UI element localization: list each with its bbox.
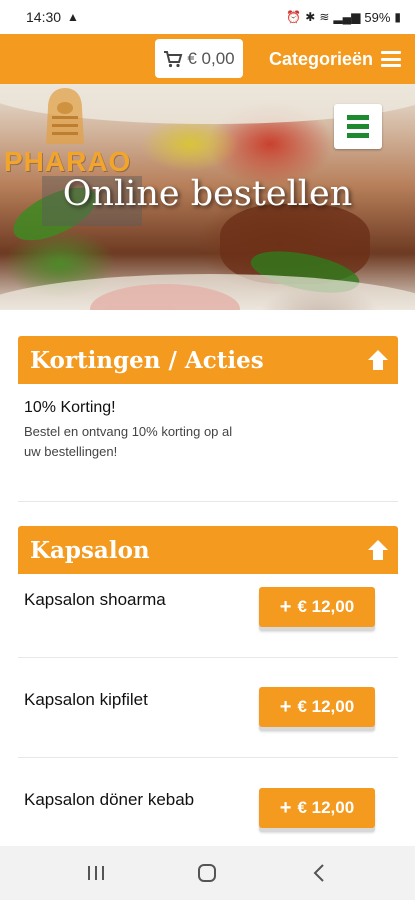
categories-button[interactable]: Categorieën bbox=[269, 34, 401, 84]
categories-label: Categorieën bbox=[268, 48, 373, 69]
menu-item-name: Kapsalon döner kebab bbox=[24, 790, 195, 809]
battery-icon: ▮ bbox=[394, 10, 401, 24]
back-icon bbox=[313, 864, 324, 882]
menu-item-name: Kapsalon shoarma bbox=[24, 590, 166, 609]
promo-description: Bestel en ontvang 10% korting op al uw b… bbox=[24, 424, 233, 459]
pharao-logo-icon bbox=[46, 88, 84, 144]
wifi-icon: ≋ bbox=[319, 10, 330, 24]
section-header-kapsalon[interactable]: Kapsalon bbox=[18, 526, 398, 574]
notification-icon: ▲ bbox=[67, 10, 79, 24]
section-title: Kapsalon bbox=[30, 536, 150, 564]
home-button[interactable] bbox=[187, 853, 227, 893]
item-price: € 12,00 bbox=[297, 697, 355, 716]
back-button[interactable] bbox=[299, 853, 339, 893]
plus-icon: + bbox=[279, 595, 292, 618]
menu-item-name: Kapsalon kipfilet bbox=[24, 690, 148, 709]
plus-icon: + bbox=[279, 796, 292, 819]
status-time: 14:30 bbox=[26, 9, 62, 25]
promo-title: 10% Korting! bbox=[24, 399, 116, 416]
signal-icon: ▂▄▆ bbox=[333, 10, 361, 24]
add-to-cart-button[interactable]: + € 12,00 bbox=[259, 587, 375, 627]
home-icon bbox=[198, 864, 217, 882]
hamburger-icon bbox=[381, 51, 401, 67]
section-header-kortingen[interactable]: Kortingen / Acties bbox=[18, 336, 398, 384]
bluetooth-icon: ✱ bbox=[305, 10, 316, 24]
recent-apps-icon bbox=[87, 866, 104, 880]
alarm-icon: ⏰ bbox=[286, 10, 302, 24]
hero-title: Online bestellen bbox=[62, 174, 353, 214]
cart-icon bbox=[164, 50, 183, 67]
cart-total: € 0,00 bbox=[187, 48, 235, 68]
arrow-up-icon bbox=[368, 350, 388, 370]
item-price: € 12,00 bbox=[297, 798, 355, 817]
section-title: Kortingen / Acties bbox=[30, 346, 264, 374]
cart-button[interactable]: € 0,00 bbox=[155, 39, 243, 78]
recent-apps-button[interactable] bbox=[76, 853, 116, 893]
system-nav-bar bbox=[0, 846, 415, 900]
item-price: € 12,00 bbox=[297, 597, 355, 616]
app-header: € 0,00 Categorieën bbox=[0, 34, 415, 84]
arrow-up-icon bbox=[368, 540, 388, 560]
status-bar: 14:30 ▲ ⏰ ✱ ≋ ▂▄▆ 59% ▮ bbox=[0, 0, 415, 34]
plus-icon: + bbox=[279, 695, 292, 718]
add-to-cart-button[interactable]: + € 12,00 bbox=[259, 687, 375, 727]
menu-toggle-button[interactable] bbox=[334, 104, 382, 149]
add-to-cart-button[interactable]: + € 12,00 bbox=[259, 788, 375, 828]
battery-percent: 59% bbox=[364, 9, 391, 25]
